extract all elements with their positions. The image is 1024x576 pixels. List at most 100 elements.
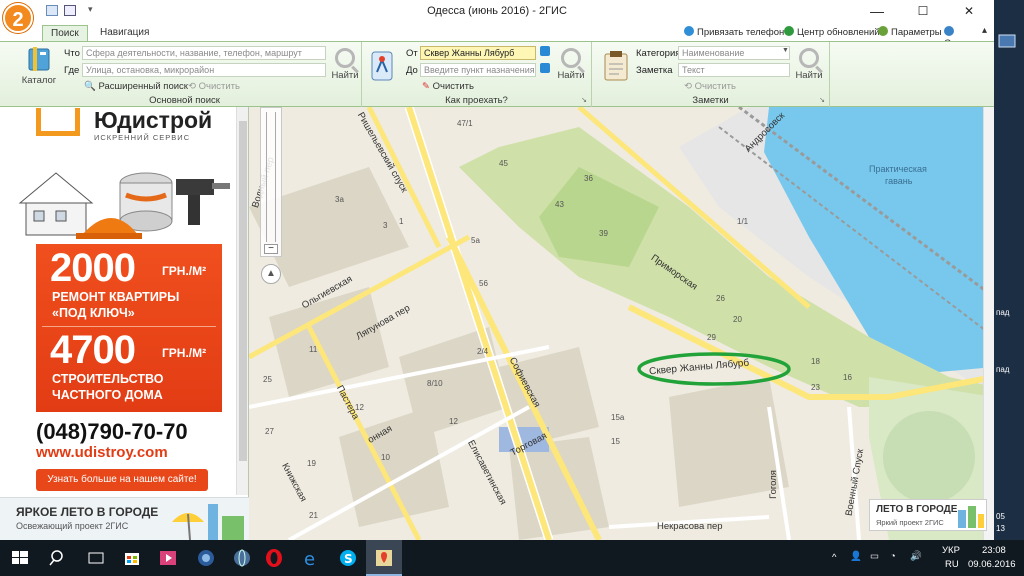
title-bar[interactable]: Одесса (июнь 2016) - 2ГИС ▾ — ☐ ✕ (0, 0, 994, 24)
advanced-search-link[interactable]: 🔍 Расширенный поиск (84, 81, 188, 92)
ribbon-collapse-icon[interactable]: ▴ (982, 25, 987, 36)
house-number: 20 (733, 315, 742, 324)
zoom-control[interactable]: − (260, 107, 282, 257)
ad-website[interactable]: www.udistroy.com (36, 444, 168, 461)
tab-search[interactable]: Поиск (42, 25, 88, 41)
tray-people-icon[interactable]: 👤 (850, 551, 862, 562)
route-to-input[interactable]: Введите пункт назначения (420, 63, 536, 77)
what-input[interactable]: Сфера деятельности, название, телефон, м… (82, 46, 326, 60)
route-from-pin-icon[interactable] (540, 46, 550, 56)
ad-unit-2: ГРН./М² (162, 346, 207, 360)
map-promo-subtitle: Яркий проект 2ГИС (876, 518, 944, 527)
ad-price-1: 2000 (50, 246, 136, 290)
route-from-input[interactable]: Сквер Жанны Лябурб (420, 46, 536, 60)
route-find-button[interactable]: Найти (556, 48, 586, 81)
water-label-2: гавань (885, 176, 913, 186)
house-number: 43 (555, 200, 564, 209)
chevron-down-icon[interactable]: ▼ (782, 47, 789, 54)
ad-learn-more-button[interactable]: Узнать больше на нашем сайте! (36, 469, 208, 491)
note-label: Заметка (636, 65, 673, 76)
tray-expand-icon[interactable]: ^ (832, 552, 836, 563)
link-settings[interactable]: Параметры (878, 26, 942, 38)
minimize-button[interactable]: — (854, 0, 900, 24)
taskbar-2gis[interactable] (366, 540, 402, 576)
zoom-slider-track[interactable] (266, 112, 276, 242)
task-view-button[interactable] (86, 548, 106, 568)
summer-promo[interactable]: ЯРКОЕ ЛЕТО В ГОРОДЕ Освежающий проект 2Г… (0, 497, 249, 540)
where-label: Где (64, 65, 80, 76)
maximize-button[interactable]: ☐ (900, 0, 946, 24)
clear-icon: ✎ (422, 81, 430, 92)
ad-scrollbar[interactable] (236, 107, 248, 495)
desktop-icon[interactable] (998, 34, 1016, 50)
route-clear-button[interactable]: ✎ Очистить (422, 81, 474, 92)
house-number: 19 (307, 459, 316, 468)
taskbar-skype[interactable]: S (338, 548, 358, 568)
start-button[interactable] (10, 548, 30, 568)
house-number: 15 (611, 437, 620, 446)
note-input[interactable]: Текст (678, 63, 790, 77)
task-view-icon (88, 552, 104, 564)
zoom-out-button[interactable]: − (264, 244, 278, 254)
search-button[interactable] (48, 548, 68, 568)
where-input[interactable]: Улица, остановка, микрорайон (82, 63, 326, 77)
taskbar-store[interactable] (122, 548, 142, 568)
tray-lang-2[interactable]: RU (945, 559, 959, 570)
notes-clear-button[interactable]: ⟲ Очистить (684, 81, 736, 92)
ad-brand[interactable]: Юдистрой ИСКРЕННИЙ СЕРВИС (36, 107, 216, 142)
house-number: 45 (499, 159, 508, 168)
ad-offer-banner[interactable]: 2000 ГРН./М² РЕМОНТ КВАРТИРЫ «ПОД КЛЮЧ» … (36, 244, 222, 412)
map-promo[interactable]: ЛЕТО В ГОРОДЕ Яркий проект 2ГИС (869, 499, 987, 531)
taskbar-browser[interactable] (232, 548, 252, 568)
close-button[interactable]: ✕ (946, 0, 992, 24)
category-select[interactable]: Наименование (678, 46, 790, 60)
catalog-button[interactable]: Каталог (20, 46, 58, 86)
house-number: 10 (381, 453, 390, 462)
quick-access-dropdown-icon[interactable]: ▾ (88, 4, 93, 15)
category-label: Категория (636, 48, 681, 59)
search-clear-label: Очистить (198, 81, 240, 92)
house-number: 5а (471, 236, 480, 245)
window-title: Одесса (июнь 2016) - 2ГИС (427, 5, 567, 17)
ad-scroll-thumb[interactable] (239, 121, 247, 461)
app-icon (198, 550, 214, 566)
app-logo[interactable]: 2 (3, 3, 33, 33)
link-updates[interactable]: Центр обновлений (784, 26, 880, 38)
group-expand-icon[interactable]: ↘ (819, 96, 825, 104)
group-expand-icon[interactable]: ↘ (581, 96, 587, 104)
main-search-group-label: Основной поиск (149, 95, 220, 106)
compass-icon[interactable]: ▲ (261, 264, 281, 284)
print-icon[interactable] (64, 5, 76, 16)
skype-icon: S (340, 550, 356, 566)
search-find-button[interactable]: Найти (330, 48, 360, 81)
ad-phone: (048)790-70-70 (36, 419, 188, 444)
route-clear-label: Очистить (432, 81, 474, 92)
taskbar-app[interactable] (196, 548, 216, 568)
summer-promo-subtitle: Освежающий проект 2ГИС (16, 521, 129, 531)
house-number: 39 (599, 229, 608, 238)
street-label: Некрасова пер (657, 521, 723, 532)
ad-brand-name: Юдистрой (94, 107, 213, 133)
notes-find-button[interactable]: Найти (794, 48, 824, 81)
taskbar-media[interactable] (158, 548, 178, 568)
tray-volume-icon[interactable]: 🔊 (910, 551, 922, 562)
city-map[interactable]: Сквер Жанны Лябурб Практическая гавань Р… (249, 107, 994, 540)
link-phone[interactable]: Привязать телефон (684, 26, 784, 38)
route-to-pin-icon[interactable] (540, 63, 550, 73)
tray-wifi-icon[interactable]: ◔ (890, 551, 896, 562)
tray-date[interactable]: 09.06.2016 (968, 559, 1016, 570)
tray-network-icon[interactable]: ▭ (870, 551, 879, 562)
taskbar-edge[interactable]: e (302, 548, 322, 570)
tab-navigation[interactable]: Навигация (92, 25, 157, 41)
beach-umbrella-icon (172, 504, 244, 540)
house-number: 3 (383, 221, 388, 230)
tray-time[interactable]: 23:08 (982, 545, 1006, 556)
tray-lang-1[interactable]: УКР (942, 545, 960, 556)
notes-clear-label: Очистить (694, 81, 736, 92)
house-number: 25 (263, 375, 272, 384)
taskbar-opera[interactable] (264, 548, 284, 568)
search-clear-button[interactable]: ⟲ Очистить (188, 81, 240, 92)
save-icon[interactable] (46, 5, 58, 16)
route-icon (371, 51, 393, 81)
advanced-search-label: Расширенный поиск (98, 81, 188, 92)
